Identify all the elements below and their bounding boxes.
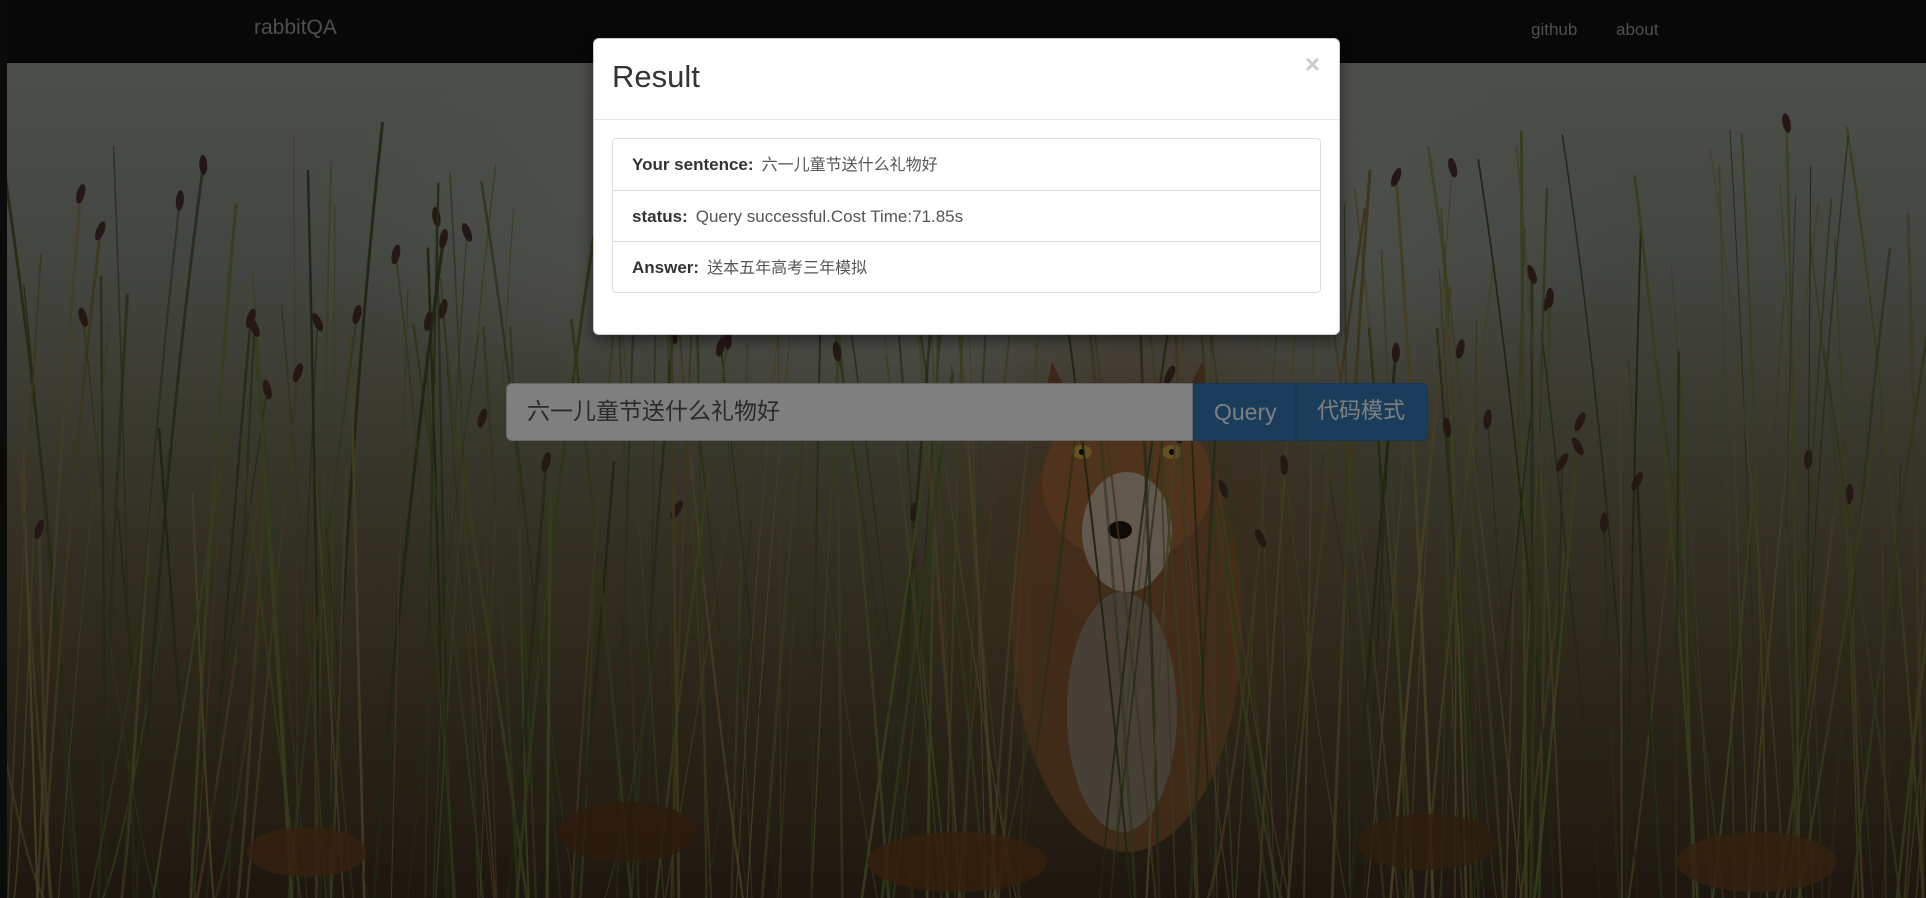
answer-label: Answer: <box>632 258 700 277</box>
answer-value: 送本五年高考三年模拟 <box>707 258 868 277</box>
list-item-status: status: Query successful.Cost Time:71.85s <box>613 190 1320 241</box>
modal-title: Result <box>612 59 700 94</box>
list-item-sentence: Your sentence: 六一儿童节送什么礼物好 <box>613 139 1320 190</box>
status-label: status: <box>632 207 688 226</box>
list-item-answer: Answer: 送本五年高考三年模拟 <box>613 241 1320 292</box>
sentence-value: 六一儿童节送什么礼物好 <box>761 155 938 174</box>
status-value: Query successful.Cost Time:71.85s <box>695 207 964 226</box>
result-list: Your sentence: 六一儿童节送什么礼物好 status: Query s… <box>612 138 1321 293</box>
result-modal: Result × Your sentence: 六一儿童节送什么礼物好 statu… <box>593 38 1340 335</box>
modal-header: Result × <box>594 39 1339 120</box>
close-icon[interactable]: × <box>1305 51 1320 77</box>
sentence-label: Your sentence: <box>632 155 754 174</box>
